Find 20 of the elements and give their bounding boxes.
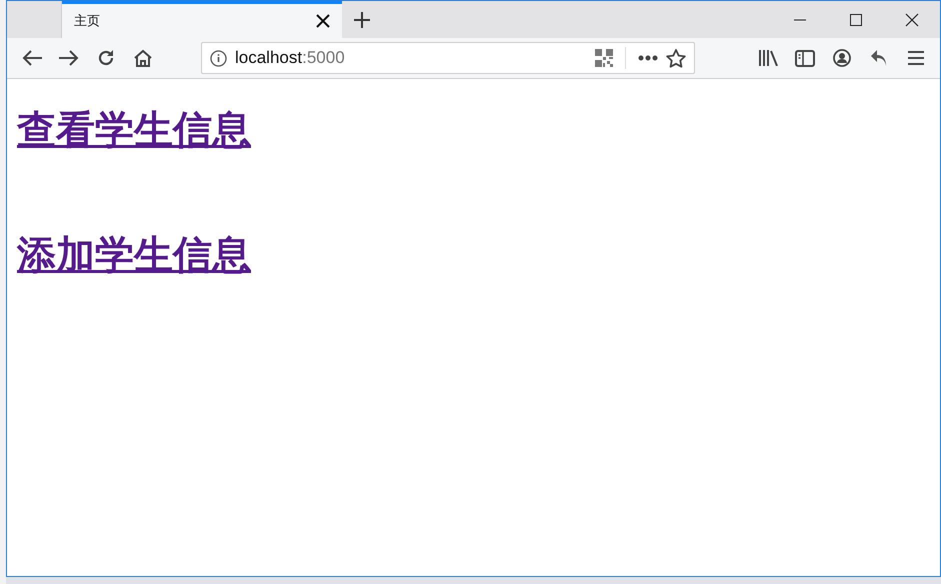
close-tab-icon[interactable] xyxy=(316,14,330,28)
browser-tab[interactable]: 主页 xyxy=(62,1,342,38)
address-bar[interactable]: localhost:5000 xyxy=(201,42,695,74)
tab-title: 主页 xyxy=(74,12,100,30)
reply-arrow-icon[interactable] xyxy=(870,49,888,67)
qr-code-icon[interactable] xyxy=(595,49,613,67)
reload-icon[interactable] xyxy=(96,49,114,67)
info-icon[interactable] xyxy=(210,50,227,66)
account-icon[interactable] xyxy=(832,49,850,67)
more-icon[interactable] xyxy=(638,55,658,61)
sidebar-icon[interactable] xyxy=(794,50,814,66)
star-icon[interactable] xyxy=(666,48,686,68)
library-icon[interactable] xyxy=(758,50,778,66)
back-icon[interactable] xyxy=(20,49,42,67)
menu-icon[interactable] xyxy=(908,50,924,66)
page-link[interactable]: 添加学生信息 xyxy=(17,234,251,279)
forward-icon[interactable] xyxy=(58,49,80,67)
url-text: localhost:5000 xyxy=(235,47,345,70)
home-icon[interactable] xyxy=(132,49,152,67)
page-link[interactable]: 查看学生信息 xyxy=(17,109,251,154)
